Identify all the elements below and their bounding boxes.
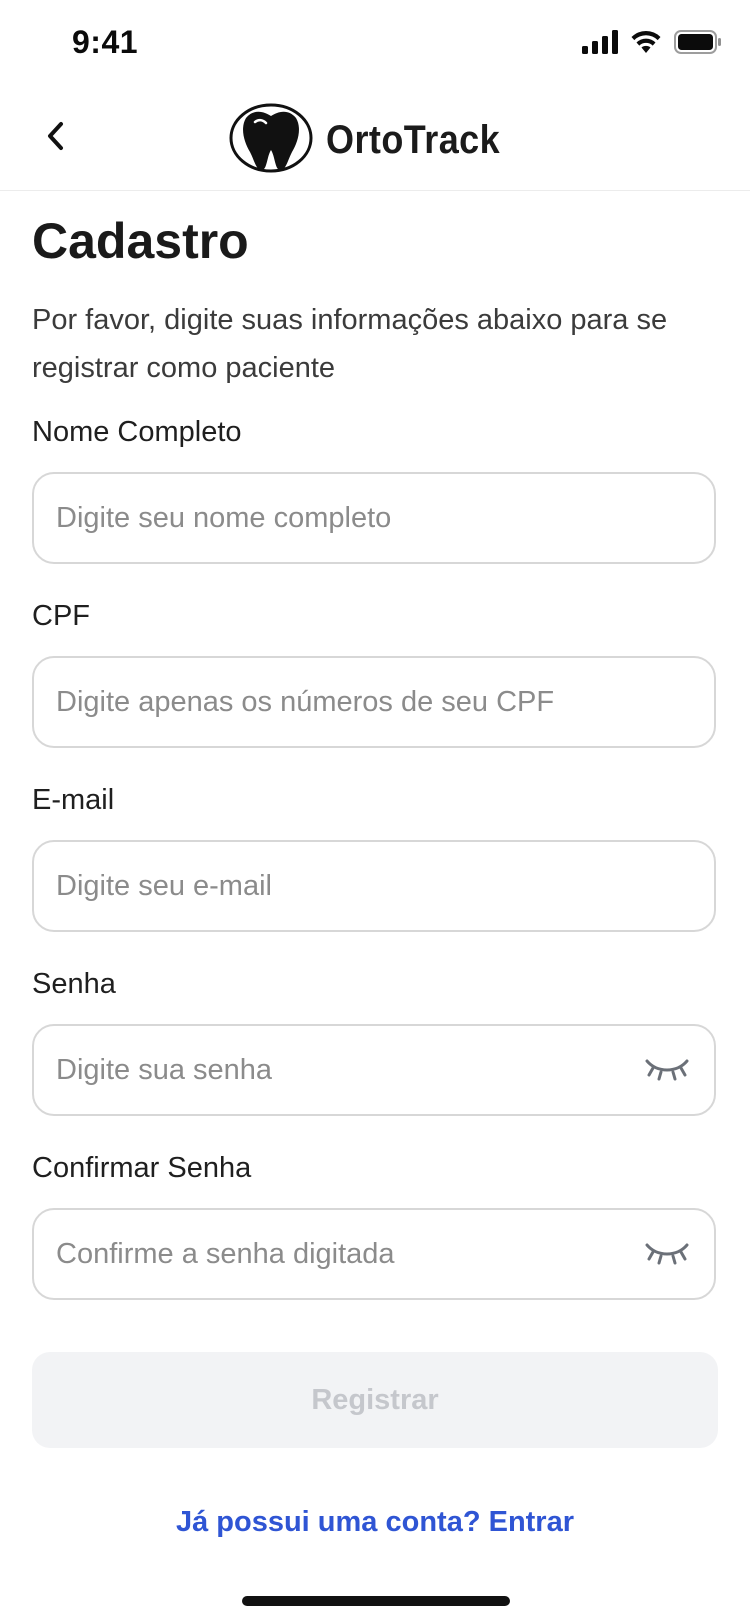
nav-bar: OrtoTrack (0, 92, 750, 191)
confirm-password-field[interactable] (32, 1208, 716, 1300)
back-button[interactable] (32, 114, 80, 162)
login-link[interactable]: Já possui uma conta? Entrar (0, 1506, 750, 1539)
cellular-signal-icon (582, 30, 618, 59)
page-subtitle: Por favor, digite suas informações abaix… (32, 304, 668, 384)
status-time: 9:41 (72, 24, 139, 60)
status-bar: 9:41 (0, 0, 750, 92)
password-visibility-toggle[interactable] (642, 1050, 692, 1090)
status-icons (582, 30, 722, 59)
chevron-left-icon (44, 120, 68, 157)
email-field[interactable] (32, 840, 716, 932)
confirm-password-input[interactable] (56, 1237, 642, 1271)
full-name-label: Nome Completo (32, 416, 242, 448)
password-field[interactable] (32, 1024, 716, 1116)
eye-closed-icon (644, 1237, 690, 1272)
brand-name: OrtoTrack (326, 117, 501, 162)
brand-logo: OrtoTrack (228, 102, 519, 178)
confirm-password-label: Confirmar Senha (32, 1152, 252, 1184)
home-indicator (242, 1596, 510, 1606)
password-label: Senha (32, 968, 116, 1000)
cpf-field[interactable] (32, 656, 716, 748)
eye-closed-icon (644, 1053, 690, 1088)
cpf-label: CPF (32, 600, 90, 632)
wifi-icon (630, 30, 662, 59)
email-label: E-mail (32, 784, 115, 816)
page-title: Cadastro (32, 213, 249, 269)
register-button[interactable]: Registrar (32, 1352, 718, 1448)
tooth-icon (228, 102, 314, 179)
confirm-password-visibility-toggle[interactable] (642, 1234, 692, 1274)
password-input[interactable] (56, 1053, 642, 1087)
email-input[interactable] (56, 869, 692, 903)
full-name-input[interactable] (56, 501, 692, 535)
full-name-field[interactable] (32, 472, 716, 564)
cpf-input[interactable] (56, 685, 692, 719)
battery-icon (674, 30, 722, 59)
